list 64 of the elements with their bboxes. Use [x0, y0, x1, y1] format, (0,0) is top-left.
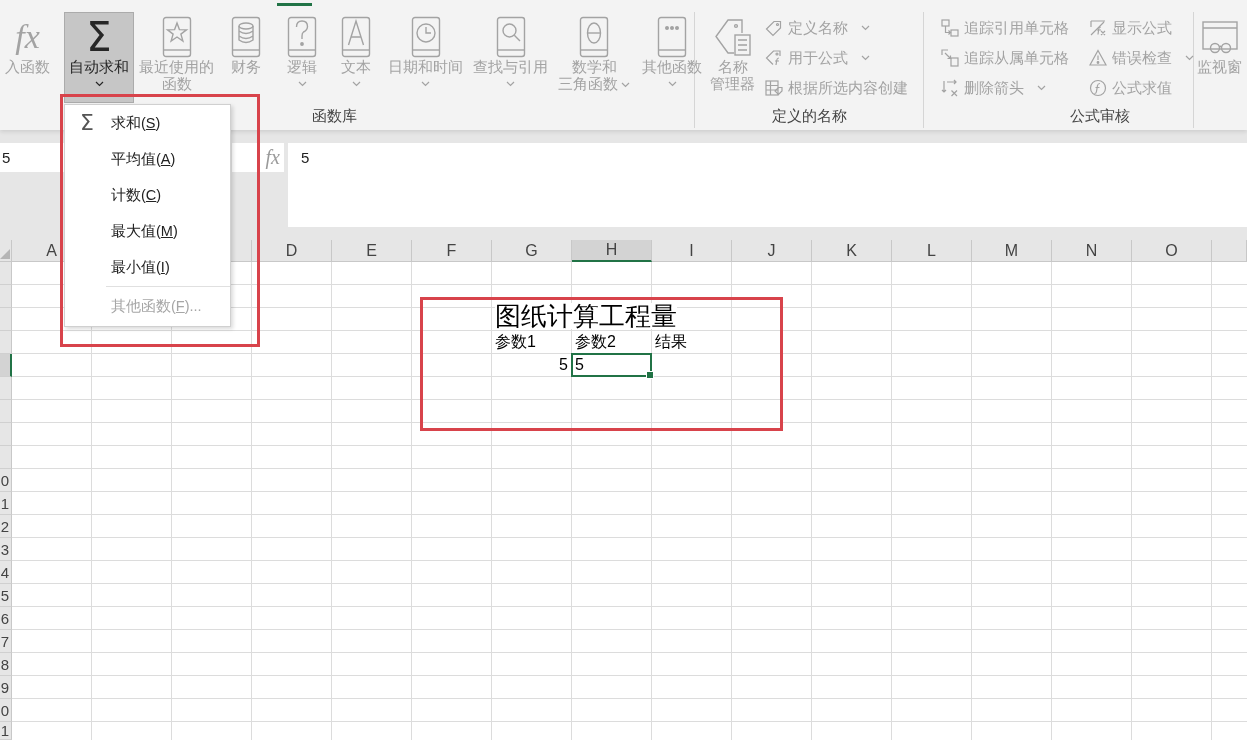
- row-header[interactable]: 0: [0, 699, 12, 722]
- column-header[interactable]: I: [652, 240, 732, 262]
- row-header[interactable]: 1: [0, 722, 12, 740]
- book-search-icon: [495, 16, 526, 58]
- cell-text: 参数2: [575, 332, 616, 352]
- cell-text: 5: [559, 355, 568, 375]
- row-header[interactable]: 9: [0, 676, 12, 699]
- sigma-icon: Σ: [80, 111, 94, 135]
- row-header[interactable]: [0, 354, 12, 377]
- row-header[interactable]: 1: [0, 492, 12, 515]
- row-header[interactable]: 7: [0, 630, 12, 653]
- column-header[interactable]: [1212, 240, 1247, 262]
- column-header[interactable]: L: [892, 240, 972, 262]
- column-header[interactable]: O: [1132, 240, 1212, 262]
- row-header[interactable]: 6: [0, 607, 12, 630]
- group-label: 定义的名称: [771, 108, 847, 125]
- cells-arrow-icon: [941, 49, 959, 67]
- column-header[interactable]: G: [492, 240, 572, 262]
- circled-function-icon: [1089, 79, 1107, 97]
- row-header[interactable]: 4: [0, 561, 12, 584]
- table-tag-icon: [765, 79, 783, 97]
- cell-text: 5: [575, 355, 584, 375]
- column-header[interactable]: N: [1052, 240, 1132, 262]
- book-stack-icon: [231, 16, 261, 58]
- book-clock-icon: [410, 16, 441, 58]
- column-header[interactable]: M: [972, 240, 1052, 262]
- formula-input[interactable]: 5: [288, 143, 1247, 227]
- row-header[interactable]: 0: [0, 469, 12, 492]
- row-header[interactable]: 5: [0, 584, 12, 607]
- selected-cell[interactable]: 5: [571, 353, 652, 377]
- cell-text: 参数1: [495, 332, 536, 352]
- column-header[interactable]: D: [252, 240, 332, 262]
- row-header[interactable]: 2: [0, 515, 12, 538]
- triangle-icon: [0, 249, 10, 259]
- sigma-icon: Σ: [86, 17, 112, 57]
- book-theta-icon: [579, 16, 609, 58]
- tag-list-icon: [712, 16, 753, 58]
- column-header[interactable]: F: [412, 240, 492, 262]
- function-icon: fx: [15, 17, 40, 57]
- book-question-icon: [287, 16, 317, 58]
- cell-text: 结果: [655, 332, 687, 352]
- ribbon-button[interactable]: Σ 自动求和: [64, 12, 134, 103]
- tag-icon: [765, 19, 783, 37]
- cell-text: 图纸计算工程量: [495, 303, 677, 329]
- arrows-cross-icon: [941, 79, 959, 97]
- select-all-button[interactable]: [0, 240, 12, 262]
- menu-item[interactable]: 平均值(A): [65, 141, 230, 177]
- book-dots-icon: [657, 16, 687, 58]
- book-letter-icon: [341, 16, 371, 58]
- column-header[interactable]: J: [732, 240, 812, 262]
- tag-function-icon: [765, 49, 783, 67]
- cells-arrow-icon: [941, 19, 959, 37]
- fill-handle[interactable]: [646, 371, 654, 379]
- menu-item[interactable]: 计数(C): [65, 177, 230, 213]
- warning-triangle-icon: [1089, 49, 1107, 67]
- group-label: 公式审核: [1069, 108, 1130, 125]
- menu-item[interactable]: Σ 求和(S): [65, 105, 230, 141]
- row-header[interactable]: 8: [0, 653, 12, 676]
- column-header[interactable]: K: [812, 240, 892, 262]
- function-slash-icon: [1089, 19, 1107, 37]
- group-label: 函数库: [312, 108, 357, 125]
- row-header[interactable]: 3: [0, 538, 12, 561]
- column-header[interactable]: H: [572, 240, 652, 262]
- column-header[interactable]: E: [332, 240, 412, 262]
